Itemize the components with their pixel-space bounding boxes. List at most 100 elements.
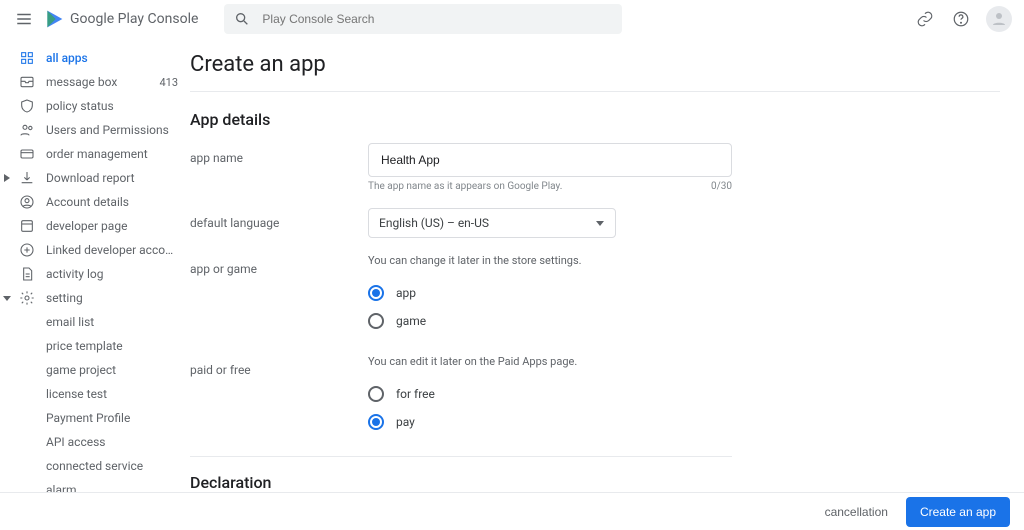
app-name-helper: The app name as it appears on Google Pla… — [368, 181, 562, 192]
app-or-game-hint: You can change it later in the store set… — [368, 254, 732, 267]
default-language-select[interactable]: English (US) – en-US — [368, 208, 616, 238]
divider — [190, 91, 1000, 92]
app-name-counter: 0/30 — [711, 181, 732, 192]
radio-app[interactable]: app — [368, 279, 732, 307]
sidebar-sub-connected-service[interactable]: connected service — [0, 454, 188, 478]
create-app-button[interactable]: Create an app — [906, 497, 1010, 527]
radio-dot-icon — [368, 386, 384, 402]
page-icon — [18, 217, 36, 235]
sidebar-badge: 413 — [159, 76, 178, 89]
label-paid-or-free: paid or free — [190, 355, 368, 436]
linked-icon — [18, 241, 36, 259]
section-app-details: App details — [190, 110, 1000, 129]
logo-text: Google Play Console — [70, 11, 198, 27]
label-app-or-game: app or game — [190, 254, 368, 335]
sidebar-sub-price-template[interactable]: price template — [0, 334, 188, 358]
search-bar[interactable] — [224, 4, 622, 34]
sidebar-sub-email-list[interactable]: email list — [0, 310, 188, 334]
sidebar-sub-alarm[interactable]: alarm — [0, 478, 188, 492]
sidebar-item-policy-status[interactable]: policy status — [0, 94, 188, 118]
sidebar-item-label: message box — [46, 75, 159, 89]
sidebar-item-setting[interactable]: setting — [0, 286, 188, 310]
sidebar-item-label: game project — [46, 363, 178, 377]
sidebar-item-label: Account details — [46, 195, 178, 209]
sidebar-sub-api-access[interactable]: API access — [0, 430, 188, 454]
sidebar-item-label: developer page — [46, 219, 178, 233]
cancel-button[interactable]: cancellation — [825, 505, 888, 519]
sidebar-item-download-report[interactable]: Download report — [0, 166, 188, 190]
radio-dot-icon — [368, 285, 384, 301]
sidebar-item-activity-log[interactable]: activity log — [0, 262, 188, 286]
play-console-logo: Google Play Console — [44, 9, 198, 29]
sidebar-item-label: alarm — [46, 483, 178, 492]
sidebar-item-label: all apps — [46, 51, 178, 65]
sidebar-sub-license-test[interactable]: license test — [0, 382, 188, 406]
sidebar-item-label: Linked developer account — [46, 243, 178, 257]
inbox-icon — [18, 73, 36, 91]
radio-game[interactable]: game — [368, 307, 732, 335]
divider — [190, 456, 732, 457]
sidebar-item-linked-developer-account[interactable]: Linked developer account — [0, 238, 188, 262]
radio-dot-icon — [368, 313, 384, 329]
sidebar-item-label: setting — [46, 291, 178, 305]
radio-label: for free — [396, 387, 435, 401]
radio-dot-icon — [368, 414, 384, 430]
account-avatar[interactable] — [986, 6, 1012, 32]
gear-icon — [18, 289, 36, 307]
apps-icon — [18, 49, 36, 67]
sidebar-sub-game-project[interactable]: game project — [0, 358, 188, 382]
link-icon — [916, 10, 934, 28]
sidebar-item-label: connected service — [46, 459, 178, 473]
document-icon — [18, 265, 36, 283]
sidebar-item-label: license test — [46, 387, 178, 401]
sidebar-item-order-management[interactable]: order management — [0, 142, 188, 166]
chevron-down-icon — [595, 218, 605, 228]
main-content: Create an app App details app name The a… — [188, 38, 1024, 492]
help-button[interactable] — [950, 8, 972, 30]
search-input[interactable] — [262, 12, 612, 26]
radio-label: game — [396, 314, 426, 328]
sidebar-item-label: activity log — [46, 267, 178, 281]
sidebar-item-label: API access — [46, 435, 178, 449]
sidebar-item-label: policy status — [46, 99, 178, 113]
sidebar-item-all-apps[interactable]: all apps — [0, 46, 188, 70]
play-icon — [44, 9, 64, 29]
sidebar: all apps message box 413 policy status U… — [0, 38, 188, 492]
menu-icon — [15, 10, 33, 28]
page-title: Create an app — [190, 52, 1000, 77]
sidebar-item-label: Download report — [46, 171, 178, 185]
people-icon — [18, 121, 36, 139]
sidebar-item-account-details[interactable]: Account details — [0, 190, 188, 214]
radio-label: app — [396, 286, 416, 300]
menu-button[interactable] — [12, 7, 36, 31]
account-icon — [18, 193, 36, 211]
sidebar-sub-payment-profile[interactable]: Payment Profile — [0, 406, 188, 430]
download-icon — [18, 169, 36, 187]
avatar-icon — [990, 10, 1008, 28]
sidebar-item-developer-page[interactable]: developer page — [0, 214, 188, 238]
label-default-language: default language — [190, 208, 368, 238]
caret-right-icon — [2, 172, 14, 184]
footer-bar: cancellation Create an app — [0, 492, 1024, 530]
caret-down-icon — [2, 292, 14, 304]
radio-free[interactable]: for free — [368, 380, 732, 408]
card-icon — [18, 145, 36, 163]
help-icon — [952, 10, 970, 28]
sidebar-item-users-permissions[interactable]: Users and Permissions — [0, 118, 188, 142]
sidebar-item-label: Users and Permissions — [46, 123, 178, 137]
app-name-input[interactable] — [368, 143, 732, 177]
paid-or-free-hint: You can edit it later on the Paid Apps p… — [368, 355, 732, 368]
sidebar-item-label: price template — [46, 339, 178, 353]
sidebar-item-label: order management — [46, 147, 178, 161]
section-declaration: Declaration — [190, 473, 1000, 492]
sidebar-item-label: Payment Profile — [46, 411, 178, 425]
radio-label: pay — [396, 415, 415, 429]
shield-icon — [18, 97, 36, 115]
link-button[interactable] — [914, 8, 936, 30]
radio-pay[interactable]: pay — [368, 408, 732, 436]
select-value: English (US) – en-US — [379, 216, 489, 230]
sidebar-item-label: email list — [46, 315, 178, 329]
search-icon — [234, 11, 250, 27]
sidebar-item-message-box[interactable]: message box 413 — [0, 70, 188, 94]
label-app-name: app name — [190, 143, 368, 192]
